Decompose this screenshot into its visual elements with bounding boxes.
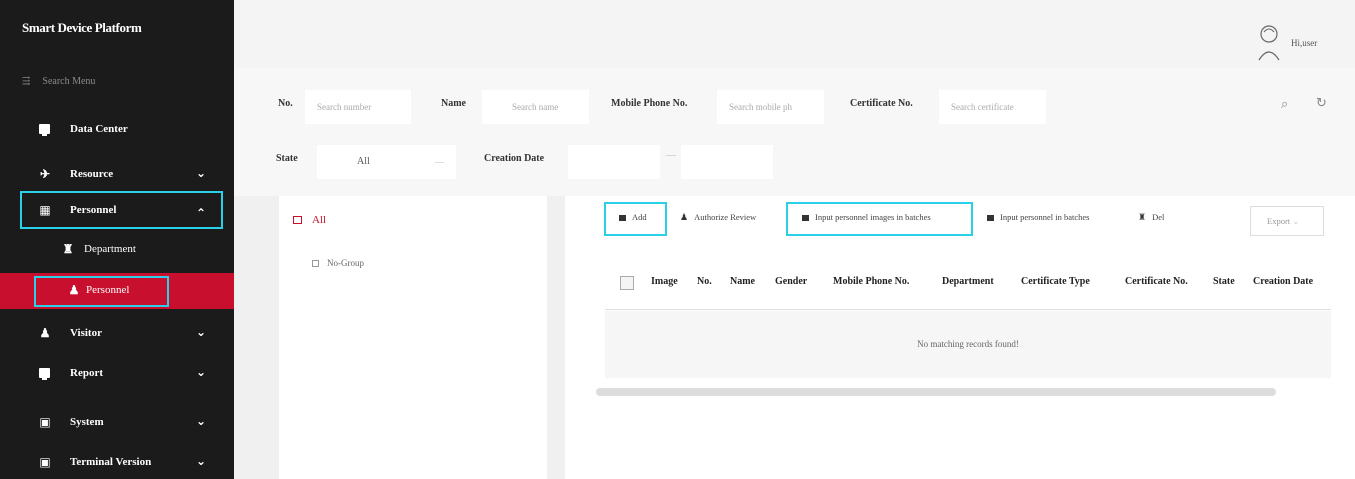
group-tree: All No-Group [279,196,547,479]
export-button[interactable]: Export ⌄ [1250,206,1324,236]
settings-icon: ▣ [39,415,51,429]
monitor-icon [39,124,50,136]
horizontal-scrollbar[interactable] [596,388,1276,396]
sidebar-item-label: Report [70,367,103,379]
chevron-down-icon: — [435,157,444,167]
column-header[interactable]: State [1213,276,1235,287]
user-greeting[interactable]: Hi,user [1291,38,1317,48]
select-all-checkbox[interactable] [620,276,634,290]
sidebar-item-data-center[interactable]: Data Center [0,112,234,148]
sidebar-item-label: System [70,416,104,428]
sidebar-item-terminal-version[interactable]: ▣ Terminal Version ⌄ [0,445,234,479]
monitor-icon [39,368,50,380]
export-label: Export [1267,216,1291,226]
certificate-search-input[interactable]: Search certificate [939,90,1046,124]
highlight-personnel-submenu [34,276,169,307]
authorize-review-label: Authorize Review [694,212,757,222]
menu-search-label: Search Menu [42,76,96,87]
sidebar-item-label: Department [84,243,136,255]
top-header: Hi,user [234,0,1355,68]
highlight-add-button [604,202,667,236]
start-date-input[interactable] [568,145,660,179]
chevron-down-icon: ⌄ [196,365,207,379]
state-select-value: All [357,156,370,167]
app-title: Smart Device Platform [22,20,142,35]
sidebar-item-system[interactable]: ▣ System ⌄ [0,405,234,441]
tree-root-label: All [312,214,327,226]
sidebar-item-report[interactable]: Report ⌄ [0,356,234,392]
name-search-input[interactable]: Search name [482,90,589,124]
column-header[interactable]: Name [730,276,755,287]
no-label: No. [278,98,293,109]
person-icon: ♟ [680,212,689,222]
chevron-down-icon: ⌄ [196,454,207,468]
sidebar-item-department[interactable]: ♜ Department [0,232,234,268]
avatar-icon[interactable] [1256,22,1282,62]
creation-date-label: Creation Date [484,153,545,164]
highlight-input-images-button [786,202,973,236]
highlight-personnel-menu [20,191,223,229]
column-header[interactable]: Image [651,276,678,287]
chevron-down-icon: ⌄ [1292,216,1300,226]
column-header[interactable]: Creation Date [1253,276,1313,287]
chevron-down-icon: ⌄ [196,414,207,428]
state-label: State [276,153,298,164]
sidebar-item-visitor[interactable]: ♟ Visitor ⌄ [0,316,234,352]
search-menu-icon: ⇶ [22,76,31,87]
delete-label: Del [1152,212,1165,222]
phone-search-input[interactable]: Search mobile ph [717,90,824,124]
folder-icon [312,260,319,268]
tree-root-all[interactable]: All [293,214,326,226]
search-icon[interactable]: ⌕ [1281,97,1288,112]
column-header[interactable]: No. [697,276,712,287]
number-search-input[interactable]: Search number [305,90,411,124]
sidebar: Smart Device Platform ⇶ Search Menu Data … [0,0,234,479]
chevron-down-icon: ⌄ [196,325,207,339]
delete-button[interactable]: ♜ Del [1138,212,1164,223]
phone-label: Mobile Phone No. [611,98,688,109]
authorize-review-button[interactable]: ♟ Authorize Review [680,212,756,223]
column-header[interactable]: Mobile Phone No. [833,276,909,287]
chevron-down-icon: ⌄ [196,166,207,180]
end-date-input[interactable] [681,145,773,179]
column-header[interactable]: Gender [775,276,807,287]
sidebar-item-label: Terminal Version [70,456,152,468]
org-chart-icon: ♜ [62,242,74,256]
settings-icon: ▣ [39,455,51,469]
name-label: Name [441,98,466,109]
input-personnel-label: Input personnel in batches [1000,212,1090,222]
sidebar-item-label: Resource [70,168,114,180]
menu-search[interactable]: ⇶ Search Menu [22,76,95,87]
tree-node-no-group[interactable]: No-Group [312,258,364,268]
empty-table-message: No matching records found! [605,311,1331,378]
sidebar-item-label: Visitor [70,327,102,339]
refresh-icon[interactable]: ↻ [1316,96,1327,111]
date-separator: — [666,150,676,161]
person-icon: ♟ [39,326,51,340]
sidebar-item-resource[interactable]: ✈ Resource ⌄ [0,157,234,193]
column-header[interactable]: Certificate Type [1021,276,1090,287]
input-personnel-batch-button[interactable]: Input personnel in batches [987,212,1089,222]
tree-node-label: No-Group [327,258,364,268]
table-header: Image No. Name Gender Mobile Phone No. D… [605,258,1331,310]
state-select[interactable]: All — [317,145,456,179]
import-icon [987,215,994,222]
column-header[interactable]: Department [942,276,994,287]
trash-icon: ♜ [1138,212,1147,222]
folder-icon [293,216,302,225]
column-header[interactable]: Certificate No. [1125,276,1188,287]
sidebar-item-label: Data Center [70,123,128,135]
certificate-label: Certificate No. [850,98,913,109]
plane-icon: ✈ [39,167,51,181]
